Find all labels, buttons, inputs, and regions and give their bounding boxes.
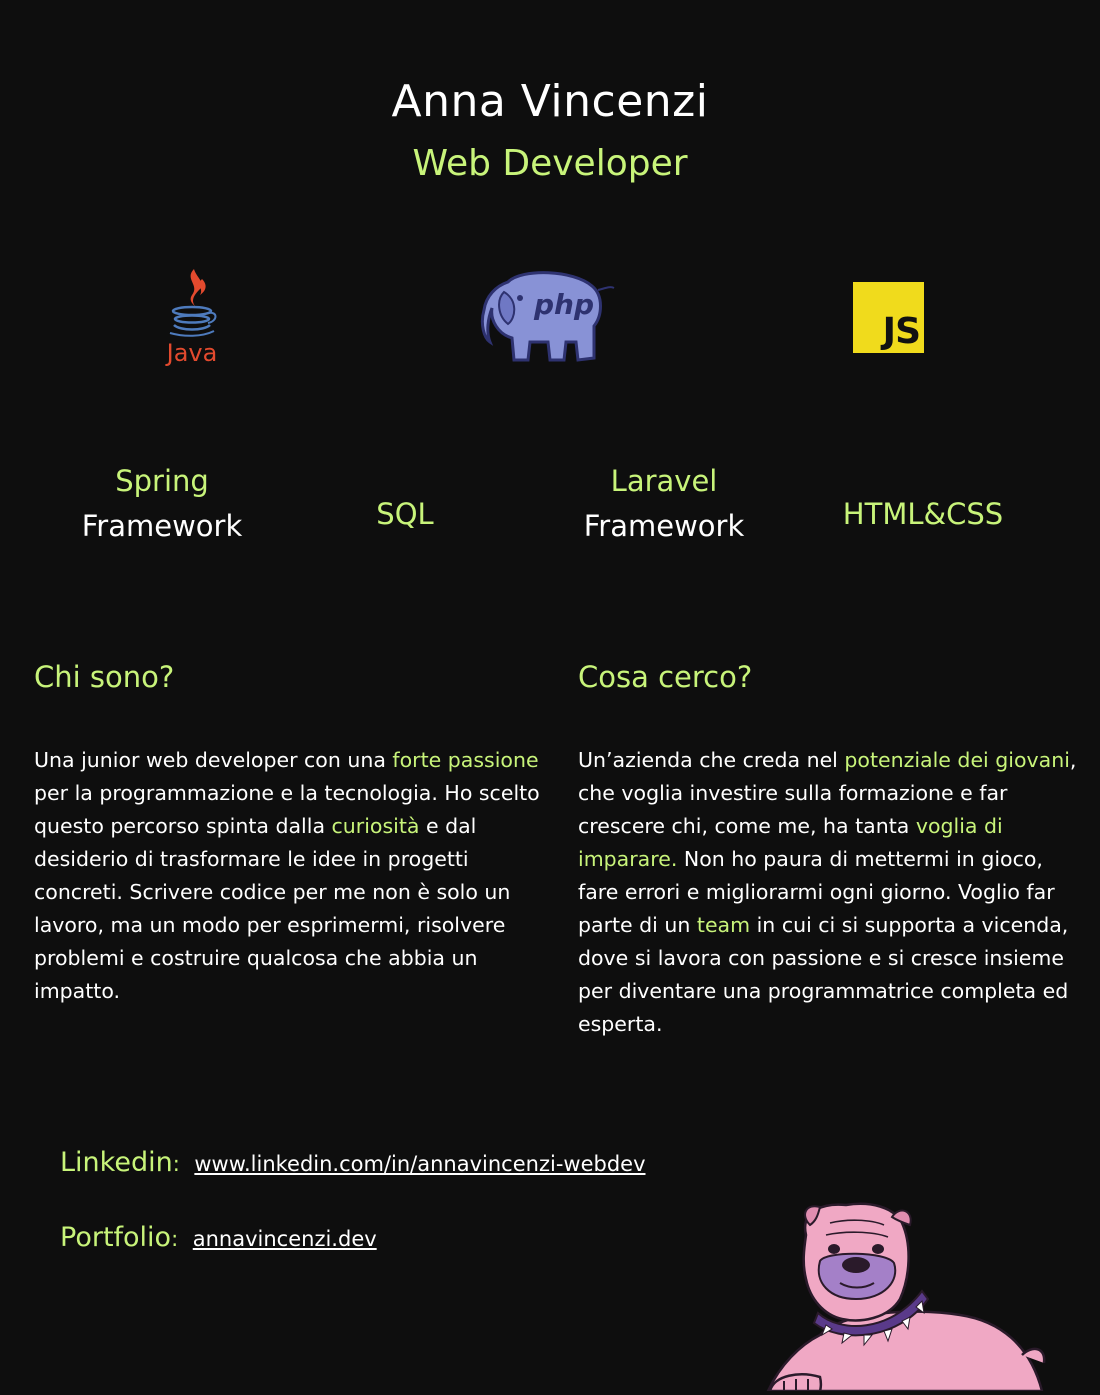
linkedin-label: Linkedin xyxy=(60,1147,173,1178)
page-title: Anna Vincenzi xyxy=(391,76,709,127)
about-heading: Chi sono? xyxy=(34,660,175,694)
portfolio-contact: Portfolio: annavincenzi.dev xyxy=(60,1222,377,1253)
about-highlight-passion: forte passione xyxy=(392,748,539,772)
skill-spring-line2: Framework xyxy=(81,509,243,543)
bulldog-illustration-icon xyxy=(760,1195,1060,1393)
portfolio-link[interactable]: annavincenzi.dev xyxy=(193,1227,377,1251)
javascript-logo-label: JS xyxy=(882,311,921,352)
seeking-heading: Cosa cerco? xyxy=(578,660,753,694)
about-paragraph: Una junior web developer con una forte p… xyxy=(34,744,544,1008)
skill-laravel-line2: Framework xyxy=(583,509,745,543)
skill-html-css: HTML&CSS xyxy=(842,497,1004,531)
seeking-highlight-team: team xyxy=(696,913,751,937)
about-highlight-curiosity: curiosità xyxy=(331,814,420,838)
skill-sql: SQL xyxy=(376,497,434,531)
javascript-logo-icon: JS xyxy=(853,282,924,353)
linkedin-separator: : xyxy=(172,1152,180,1176)
skill-spring-line1: Spring xyxy=(115,464,209,498)
portfolio-separator: : xyxy=(171,1227,179,1251)
java-logo-label: Java xyxy=(165,339,218,367)
php-logo-label: php xyxy=(533,288,594,321)
job-title: Web Developer xyxy=(412,143,688,184)
portfolio-label: Portfolio xyxy=(60,1222,172,1253)
linkedin-contact: Linkedin: www.linkedin.com/in/annavincen… xyxy=(60,1147,646,1178)
skill-spring-framework: Spring Framework xyxy=(52,459,272,549)
skill-laravel-framework: Laravel Framework xyxy=(554,459,774,549)
php-elephant-icon: php xyxy=(478,268,620,366)
linkedin-link[interactable]: www.linkedin.com/in/annavincenzi-webdev xyxy=(194,1152,645,1176)
about-text-1: Una junior web developer con una xyxy=(34,748,393,772)
seeking-text-1: Un’azienda che creda nel xyxy=(578,748,845,772)
skill-laravel-line1: Laravel xyxy=(610,464,718,498)
seeking-paragraph: Un’azienda che creda nel potenziale dei … xyxy=(578,744,1078,1041)
java-logo-icon: Java xyxy=(150,265,234,370)
about-text-3: e dal desiderio di trasformare le idee i… xyxy=(34,814,511,1003)
seeking-highlight-potential: potenziale dei giovani xyxy=(844,748,1070,772)
